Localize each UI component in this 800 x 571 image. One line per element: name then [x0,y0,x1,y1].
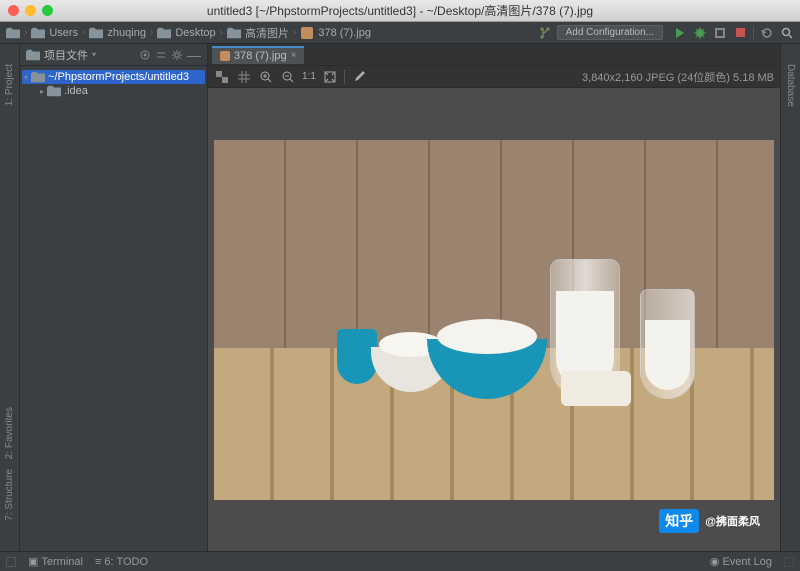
status-bar: ▣Terminal ≡6: TODO ◉Event Log [0,551,800,571]
debug-icon[interactable] [693,26,707,40]
chevron-right-icon: › [220,27,223,38]
run-icon[interactable] [673,26,687,40]
hide-icon[interactable]: — [187,47,201,63]
structure-tool-button[interactable]: 7: Structure [4,469,15,521]
zoom-out-icon[interactable] [280,69,296,85]
toggle-transparency-icon[interactable] [214,69,230,85]
tree-root[interactable]: ▾ ~/PhpstormProjects/untitled3 [22,70,205,84]
fit-to-window-icon[interactable] [322,69,338,85]
chevron-right-icon[interactable]: ▸ [40,87,44,96]
sidebar-title-label: 项目文件 [44,47,88,63]
image-preview [214,140,774,500]
chevron-right-icon: › [293,27,296,38]
terminal-tool-button[interactable]: ▣Terminal [28,555,83,568]
add-configuration-button[interactable]: Add Configuration... [557,25,663,40]
close-tab-icon[interactable]: × [291,50,297,61]
breadcrumb-item[interactable]: 高清图片 [245,25,289,41]
editor-tab[interactable]: 378 (7).jpg × [212,46,304,64]
breadcrumb-item[interactable]: zhuqing [107,27,146,39]
favorites-tool-button[interactable]: 2: Favorites [4,407,15,459]
chevron-right-icon: › [24,27,27,38]
image-file-icon [300,27,314,39]
zoom-in-icon[interactable] [258,69,274,85]
search-everywhere-icon[interactable] [780,26,794,40]
navigation-bar: › Users › zhuqing › Desktop › 高清图片 › 378… [0,22,800,44]
chevron-right-icon: › [82,27,85,38]
zhihu-logo: 知乎 [659,509,699,533]
project-tool-button[interactable]: 1: Project [4,64,15,106]
tree-item-idea[interactable]: ▸ .idea [22,84,205,98]
stop-icon[interactable] [733,26,747,40]
image-file-icon [220,51,230,61]
folder-icon [26,49,40,61]
watermark-handle: @拂面柔风 [705,513,760,529]
color-picker-icon[interactable] [351,69,367,85]
folder-icon [31,27,45,39]
breadcrumb-item[interactable]: Desktop [175,27,215,39]
close-button[interactable] [8,5,19,16]
terminal-icon: ▣ [28,556,38,568]
zoom-button[interactable] [42,5,53,16]
breadcrumb-item[interactable]: Users [49,27,78,39]
vcs-branch-icon[interactable] [539,26,553,40]
project-sidebar: 项目文件 ▾ — ▾ ~/PhpstormProjects/untitled3 … [20,44,208,551]
update-project-icon[interactable] [760,26,774,40]
chevron-right-icon: › [150,27,153,38]
zoom-actual-button[interactable]: 1:1 [302,71,316,82]
event-log-button[interactable]: ◉Event Log [710,555,772,568]
folder-icon [89,27,103,39]
todo-icon: ≡ [95,556,101,568]
image-info-label: 3,840x2,160 JPEG (24位颜色) 5.18 MB [582,69,774,85]
right-tool-rail: Database [780,44,800,551]
project-tree: ▾ ~/PhpstormProjects/untitled3 ▸ .idea [20,66,207,102]
sidebar-header: 项目文件 ▾ — [20,44,207,66]
breadcrumb-item[interactable]: 378 (7).jpg [318,27,371,39]
chevron-down-icon[interactable]: ▾ [24,73,28,82]
minimize-button[interactable] [25,5,36,16]
memory-indicator-icon[interactable] [784,557,794,567]
settings-icon[interactable] [171,49,183,61]
left-tool-rail: 1: Project 2: Favorites 7: Structure [0,44,20,551]
run-with-coverage-icon[interactable] [713,26,727,40]
toggle-grid-icon[interactable] [236,69,252,85]
collapse-all-icon[interactable] [155,49,167,61]
tree-root-label: ~/PhpstormProjects/untitled3 [48,71,189,83]
window-title: untitled3 [~/PhpstormProjects/untitled3]… [0,2,800,19]
image-toolbar: 1:1 3,840x2,160 JPEG (24位颜色) 5.18 MB [208,66,780,88]
todo-tool-button[interactable]: ≡6: TODO [95,556,148,568]
watermark: 知乎 @拂面柔风 [659,509,760,533]
chevron-down-icon[interactable]: ▾ [92,50,96,59]
folder-icon [47,85,61,97]
window-titlebar: untitled3 [~/PhpstormProjects/untitled3]… [0,0,800,22]
window-controls [0,5,53,16]
folder-icon [157,27,171,39]
tree-item-label: .idea [64,85,88,97]
tab-label: 378 (7).jpg [234,50,287,62]
scroll-from-source-icon[interactable] [139,49,151,61]
folder-icon [31,71,45,83]
editor-area: 378 (7).jpg × 1:1 3,840x2,160 JPEG (24位颜… [208,44,780,551]
tool-window-quick-access-icon[interactable] [6,557,16,567]
home-icon[interactable] [6,27,20,39]
image-canvas[interactable]: 知乎 @拂面柔风 [208,88,780,551]
editor-tabs: 378 (7).jpg × [208,44,780,66]
folder-icon [227,27,241,39]
event-log-icon: ◉ [710,556,720,568]
database-tool-button[interactable]: Database [785,64,796,107]
